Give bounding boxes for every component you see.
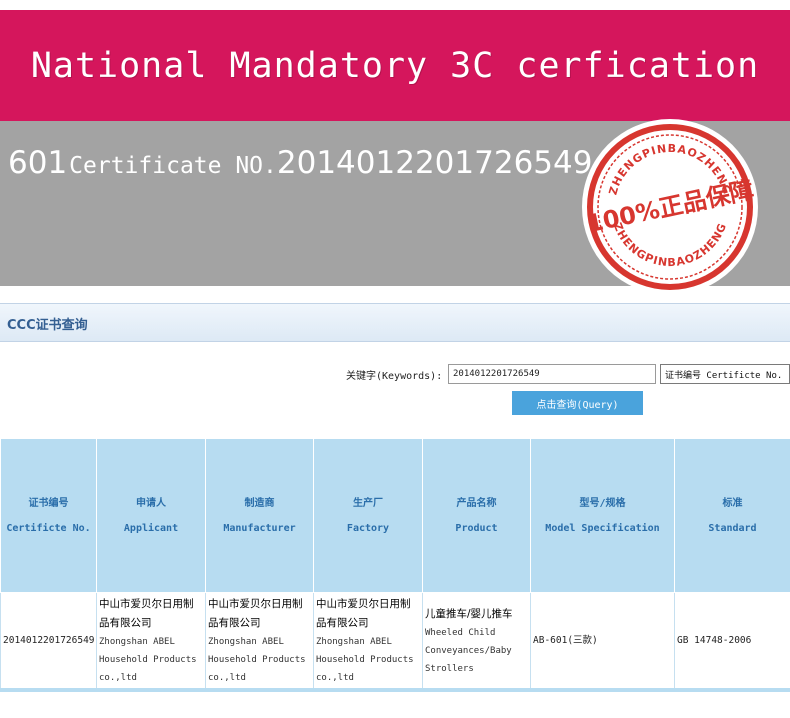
factory-en: Zhongshan ABEL Household Products co.,lt… [316, 637, 414, 683]
certificate-prefix: 601 [8, 145, 68, 181]
header-factory: 生产厂 Factory [313, 438, 423, 593]
header-product-en: Product [455, 522, 498, 534]
table-row: 2014012201726549 中山市爱贝尔日用制品有限公司 Zhongshan… [0, 592, 790, 690]
cell-standard: GB 14748-2006 [674, 592, 790, 690]
certificate-line: 601 Certificate NO. 2014012201726549 [8, 145, 592, 181]
applicant-zh: 中山市爱贝尔日用制品有限公司 [99, 598, 194, 629]
header-applicant-en: Applicant [123, 522, 179, 534]
keyword-label: 关键字(Keywords): [346, 371, 443, 382]
header-cert-no-zh: 证书编号 [28, 497, 69, 509]
cell-applicant: 中山市爱贝尔日用制品有限公司 Zhongshan ABEL Household P… [96, 592, 206, 690]
authenticity-seal-icon: ZHENGPINBAOZHENG ZHENGPINBAOZHENG 100%正品… [582, 119, 758, 295]
header-product: 产品名称 Product [422, 438, 531, 593]
cell-factory: 中山市爱贝尔日用制品有限公司 Zhongshan ABEL Household P… [313, 592, 423, 690]
results-table: 证书编号 Certificte No. 申请人 Applicant 制造商 Manuf… [0, 438, 790, 690]
cell-cert-no: 2014012201726549 [0, 592, 97, 690]
applicant-en: Zhongshan ABEL Household Products co.,lt… [99, 637, 197, 683]
header-manufacturer: 制造商 Manufacturer [205, 438, 314, 593]
header-cert-no: 证书编号 Certificte No. [0, 438, 97, 593]
header-factory-en: Factory [346, 522, 390, 534]
panel-header: CCC证书查询 [0, 303, 790, 342]
keyword-input[interactable] [448, 364, 656, 384]
product-zh: 儿童推车/婴儿推车 [425, 607, 513, 620]
panel-title: CCC证书查询 [7, 318, 88, 333]
cell-model: AB-601(三款) [530, 592, 675, 690]
search-type-select[interactable]: 证书编号 Certificte No. [660, 364, 790, 384]
cell-product: 儿童推车/婴儿推车 Wheeled Child Conveyances/Baby … [422, 592, 531, 690]
banner-title: National Mandatory 3C cerfication [30, 45, 760, 86]
factory-zh: 中山市爱贝尔日用制品有限公司 [316, 598, 411, 629]
bottom-rule [0, 688, 790, 692]
header-cert-no-en: Certificte No. [6, 522, 91, 534]
header-standard-zh: 标准 [722, 497, 743, 509]
header-model-en: Model Specification [545, 522, 660, 534]
header-factory-zh: 生产厂 [353, 497, 383, 509]
header-product-zh: 产品名称 [456, 497, 497, 509]
certificate-number: 2014012201726549 [276, 145, 593, 181]
cell-manufacturer: 中山市爱贝尔日用制品有限公司 Zhongshan ABEL Household P… [205, 592, 314, 690]
header-standard-en: Standard [708, 522, 757, 534]
table-header-row: 证书编号 Certificte No. 申请人 Applicant 制造商 Manuf… [0, 438, 790, 593]
header-model: 型号/规格 Model Specification [530, 438, 675, 593]
header-applicant: 申请人 Applicant [96, 438, 206, 593]
header-manufacturer-zh: 制造商 [244, 497, 275, 509]
header-standard: 标准 Standard [674, 438, 790, 593]
query-button[interactable]: 点击查询(Query) [512, 391, 643, 415]
manufacturer-en: Zhongshan ABEL Household Products co.,lt… [208, 637, 306, 683]
certificate-label: Certificate NO. [69, 153, 277, 179]
title-banner: National Mandatory 3C cerfication [0, 10, 790, 121]
header-model-zh: 型号/规格 [579, 497, 626, 509]
manufacturer-zh: 中山市爱贝尔日用制品有限公司 [208, 598, 303, 629]
product-en: Wheeled Child Conveyances/Baby Strollers [425, 627, 512, 674]
header-applicant-zh: 申请人 [136, 497, 166, 509]
header-manufacturer-en: Manufacturer [223, 522, 296, 534]
